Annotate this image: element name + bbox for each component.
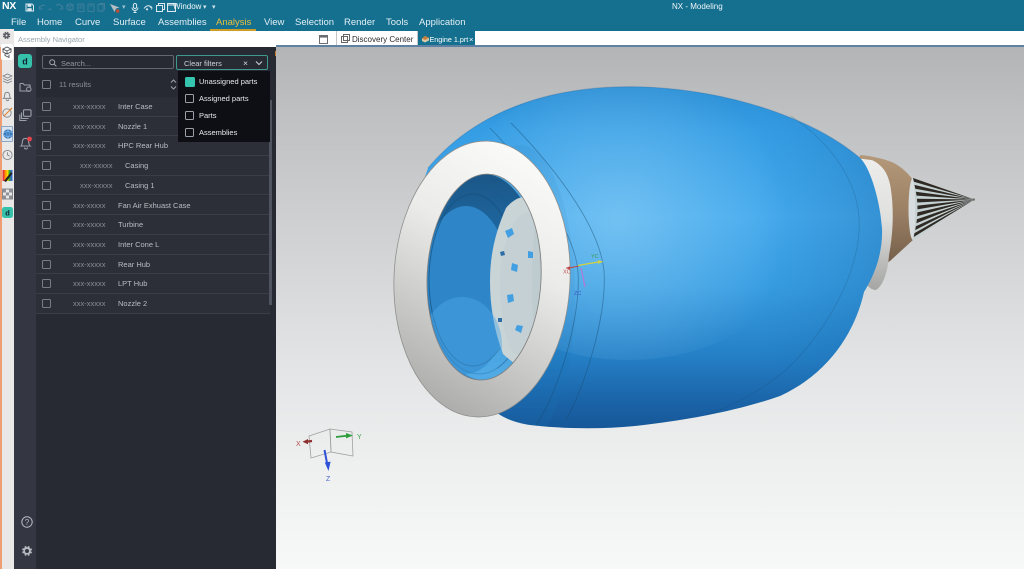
svg-text:YC: YC xyxy=(591,254,599,260)
svg-text:Z: Z xyxy=(326,476,331,483)
svg-text:XC: XC xyxy=(563,270,571,276)
svg-text:d: d xyxy=(5,209,10,218)
svg-text:Y: Y xyxy=(357,434,362,441)
svg-text:?: ? xyxy=(25,518,30,527)
svg-text:X: X xyxy=(296,441,301,448)
svg-text:d: d xyxy=(22,57,28,67)
svg-text:ZC: ZC xyxy=(574,291,581,297)
